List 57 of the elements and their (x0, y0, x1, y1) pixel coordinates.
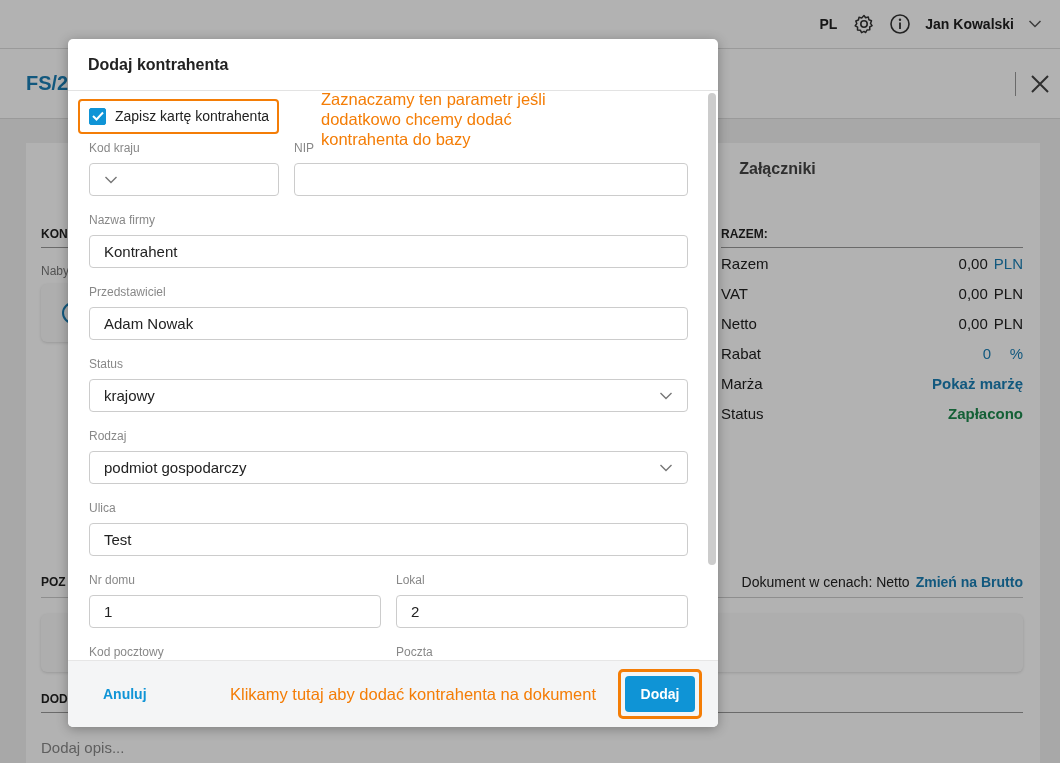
chevron-down-icon[interactable] (104, 174, 118, 185)
info-icon[interactable] (889, 13, 912, 35)
summary-label: Status (721, 404, 764, 422)
currency-link[interactable]: % (997, 344, 1023, 362)
field-label: Kod kraju (89, 141, 140, 155)
field-label: NIP (294, 141, 314, 155)
field-label: Ulica (89, 501, 116, 515)
summary-link[interactable]: Pokaż marżę (932, 374, 1023, 392)
chevron-down-icon[interactable] (659, 462, 673, 473)
change-price-link[interactable]: Zmień na Brutto (915, 574, 1023, 590)
summary-value: 0,00 (958, 284, 988, 302)
summary-link[interactable]: 0 (982, 344, 991, 362)
dialog-title: Dodaj kontrahenta (88, 55, 229, 74)
summary-label: Rabat (721, 344, 762, 362)
input-field[interactable]: Test (89, 523, 688, 556)
select-field[interactable] (89, 163, 279, 196)
checkbox[interactable] (89, 107, 106, 125)
summary-value: 0,00 (958, 314, 988, 332)
select-field[interactable]: podmiot gospodarczy (89, 451, 688, 484)
currency-label: PLN (993, 284, 1023, 302)
select-field[interactable]: krajowy (89, 379, 688, 412)
section-heading: POZ (41, 575, 66, 589)
attachments-tab[interactable]: Załączniki (739, 160, 816, 177)
field-label: Nazwa firmy (89, 213, 155, 227)
input-field[interactable]: Adam Nowak (89, 307, 688, 340)
input-field[interactable]: 1 (89, 595, 381, 628)
section-heading: RAZEM: (721, 227, 1023, 248)
document-title: FS/2 (26, 72, 69, 95)
chevron-down-icon[interactable] (659, 390, 673, 401)
price-mode-text: Dokument w cenach: Netto (741, 574, 910, 590)
currency-label: PLN (993, 314, 1023, 332)
input-field[interactable]: Kontrahent (89, 235, 688, 268)
summary-label: VAT (721, 284, 748, 302)
summary-value: 0,00 (958, 254, 988, 272)
field-label: Naby (41, 264, 70, 278)
language-code: PL (819, 16, 838, 32)
status-value: Zapłacono (948, 404, 1023, 422)
chevron-down-icon[interactable] (1028, 19, 1042, 29)
input-field[interactable] (294, 163, 688, 196)
settings-icon[interactable] (853, 13, 876, 35)
field-label: Kod pocztowy (89, 645, 164, 659)
user-name[interactable]: Jan Kowalski (925, 16, 1014, 32)
field-label: Nr domu (89, 573, 135, 587)
summary-label: Razem (721, 254, 769, 272)
scrollbar-thumb[interactable] (708, 93, 716, 565)
save-card-checkbox[interactable]: Zapisz kartę kontrahenta (89, 107, 270, 125)
field-label: Poczta (396, 645, 433, 659)
summary-label: Marża (721, 374, 763, 392)
annotation-text: Zaznaczamy ten parametr jeśli dodatkowo chcemy dodać kontrahenta do bazy (321, 91, 547, 149)
input-field[interactable]: 2 (396, 595, 688, 628)
field-label: Przedstawiciel (89, 285, 166, 299)
currency-link[interactable]: PLN (993, 254, 1023, 272)
field-label: Status (89, 357, 124, 371)
field-label: Rodzaj (89, 429, 127, 443)
close-icon[interactable] (1030, 73, 1050, 94)
field-label: Lokal (396, 573, 425, 587)
summary-label: Netto (721, 314, 757, 332)
